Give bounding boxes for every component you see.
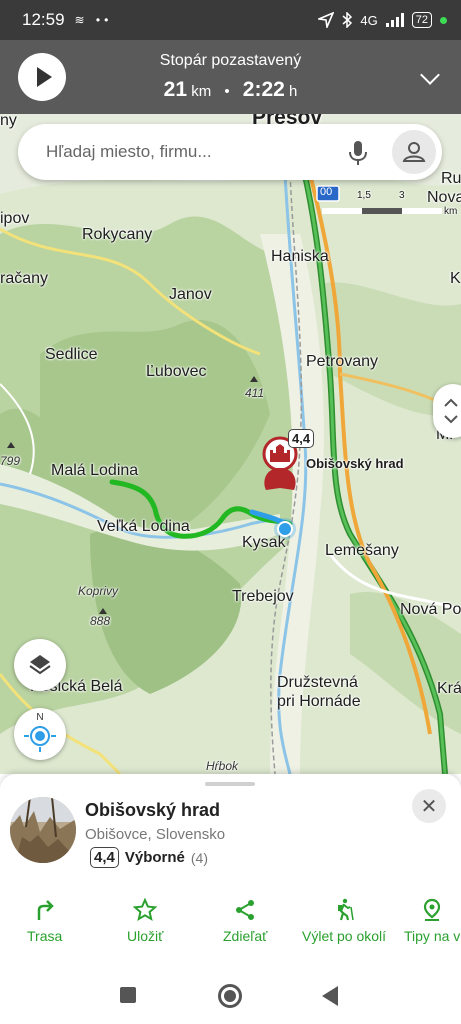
status-right-icons: 4G 72 xyxy=(318,12,447,28)
search-bar[interactable]: Hľadaj miesto, firmu... xyxy=(18,124,442,180)
elevation-411: 411 xyxy=(245,386,265,400)
map-pin-icon xyxy=(424,898,441,921)
tracker-duration: 2:22 xyxy=(242,78,285,101)
chevron-up-down-icon xyxy=(444,398,458,424)
route-button[interactable]: Trasa xyxy=(27,898,62,944)
map-label-kysak: Kysak xyxy=(242,534,286,551)
trip-button[interactable]: Výlet po okolí xyxy=(302,898,386,944)
battery-icon: 72 xyxy=(411,12,432,28)
scale-label-3: 3 xyxy=(399,190,405,201)
rating-label: Výborné xyxy=(124,849,185,866)
back-triangle-icon[interactable] xyxy=(322,986,338,1006)
scale-unit: km xyxy=(444,206,458,217)
elevation-888: 888 xyxy=(90,614,111,628)
bluetooth-icon xyxy=(342,12,353,28)
my-location-button[interactable]: N xyxy=(14,708,66,760)
elevation-799: 799 xyxy=(0,454,21,468)
tracker-stats: 21 km • 2:22 h xyxy=(0,78,461,102)
tips-button[interactable]: Tipy na v xyxy=(404,898,460,944)
turn-right-arrow-icon xyxy=(37,900,54,920)
user-icon xyxy=(402,142,426,162)
place-title: Obišovský hrad xyxy=(85,800,221,820)
map-label-ipov: ipov xyxy=(0,210,30,227)
tracker-duration-unit: h xyxy=(289,83,298,100)
map-label-lubovec: Ľubovec xyxy=(146,363,207,380)
signal-icon xyxy=(385,13,404,27)
place-photo[interactable] xyxy=(10,797,76,863)
share-button[interactable]: Zdieľať xyxy=(223,898,267,944)
map-label-petrovany: Petrovany xyxy=(306,353,379,370)
trip-label: Výlet po okolí xyxy=(302,928,387,944)
recents-square-icon[interactable] xyxy=(120,987,136,1003)
save-label: Uložiť xyxy=(127,928,164,944)
tracker-distance: 21 xyxy=(163,78,188,101)
map-label-ru: Ru xyxy=(441,170,461,187)
map-label-kra: Krá xyxy=(437,680,461,697)
map-label-k: K xyxy=(450,270,461,287)
rating-count: (4) xyxy=(190,849,208,866)
status-time: 12:59 xyxy=(22,10,65,29)
route-label: Trasa xyxy=(27,928,63,944)
map-label-nova-polhora: Nová Po xyxy=(400,601,461,618)
privacy-dot-icon xyxy=(440,16,447,24)
microphone-icon[interactable] xyxy=(346,140,370,166)
map-label-ny: ny xyxy=(0,114,17,129)
map-label-haniska: Haniska xyxy=(271,248,329,265)
map-layers-button[interactable] xyxy=(14,639,66,691)
home-circle-icon[interactable] xyxy=(218,984,242,1008)
map-label-racany: račany xyxy=(0,270,49,287)
system-nav-bar xyxy=(0,964,461,1024)
status-bar: 12:59 ≋ •• 4G 72 xyxy=(0,0,461,40)
side-panel-handle[interactable] xyxy=(433,384,461,438)
map-label-mala-lodina: Malá Lodina xyxy=(51,462,139,479)
drag-handle[interactable] xyxy=(205,782,255,786)
tracker-separator: • xyxy=(224,83,230,100)
share-label: Zdieľať xyxy=(223,928,268,944)
save-button[interactable]: Uložiť xyxy=(127,898,163,944)
close-icon: ✕ xyxy=(420,795,438,818)
map-view[interactable]: Prešov Rokycany Haniska Janov Sedlice Ľu… xyxy=(0,114,461,774)
layers-icon xyxy=(29,655,51,675)
poi-rating-badge: 4,4 xyxy=(288,429,315,448)
map-label-velka-lodina: Veľká Lodina xyxy=(97,518,190,535)
map-label-koprivy: Koprivy xyxy=(78,584,119,598)
hiker-icon xyxy=(338,898,354,921)
tips-label: Tipy na v xyxy=(404,928,461,944)
road-number: 00 xyxy=(320,186,333,198)
tracker-distance-unit: km xyxy=(191,83,212,100)
map-label-nova: Nova xyxy=(427,189,461,206)
map-label-trebejov: Trebejov xyxy=(232,588,294,605)
close-button[interactable]: ✕ xyxy=(412,789,446,823)
avatar[interactable] xyxy=(392,130,436,174)
share-icon xyxy=(236,900,255,920)
map-label-janov: Janov xyxy=(169,286,212,303)
place-card[interactable]: Obišovský hrad Obišovce, Slovensko 4,4 V… xyxy=(0,774,461,884)
map-terrain xyxy=(0,114,461,774)
action-bar: Trasa Uložiť Zdieľať Výlet po okolí Tipy… xyxy=(0,884,461,964)
castle-ruin-photo xyxy=(10,797,76,863)
map-label-druzstevna: Družstevná xyxy=(277,674,358,691)
star-icon xyxy=(133,898,158,922)
map-label-lemesany: Lemešany xyxy=(325,542,399,559)
map-label-hrbok: Hŕbok xyxy=(206,759,239,773)
notification-icons: ≋ •• xyxy=(74,13,113,27)
place-address: Obišovce, Slovensko xyxy=(85,826,226,843)
map-label-rokycany: Rokycany xyxy=(82,226,153,243)
scale-label-1-5: 1,5 xyxy=(357,190,371,201)
crosshair-icon xyxy=(24,726,56,752)
search-input[interactable]: Hľadaj miesto, firmu... xyxy=(46,142,212,162)
rating-row[interactable]: 4,4 Výborné (4) xyxy=(90,847,208,868)
location-arrow-icon xyxy=(318,12,335,28)
poi-label[interactable]: Obišovský hrad xyxy=(306,456,404,471)
network-type: 4G xyxy=(360,12,378,28)
rating-score: 4,4 xyxy=(90,847,119,868)
tracker-bar: Stopár pozastavený 21 km • 2:22 h xyxy=(0,40,461,114)
map-label-pri-hornade: pri Hornáde xyxy=(277,693,361,710)
map-label-sedlice: Sedlice xyxy=(45,346,98,363)
tracker-status: Stopár pozastavený xyxy=(159,52,302,69)
